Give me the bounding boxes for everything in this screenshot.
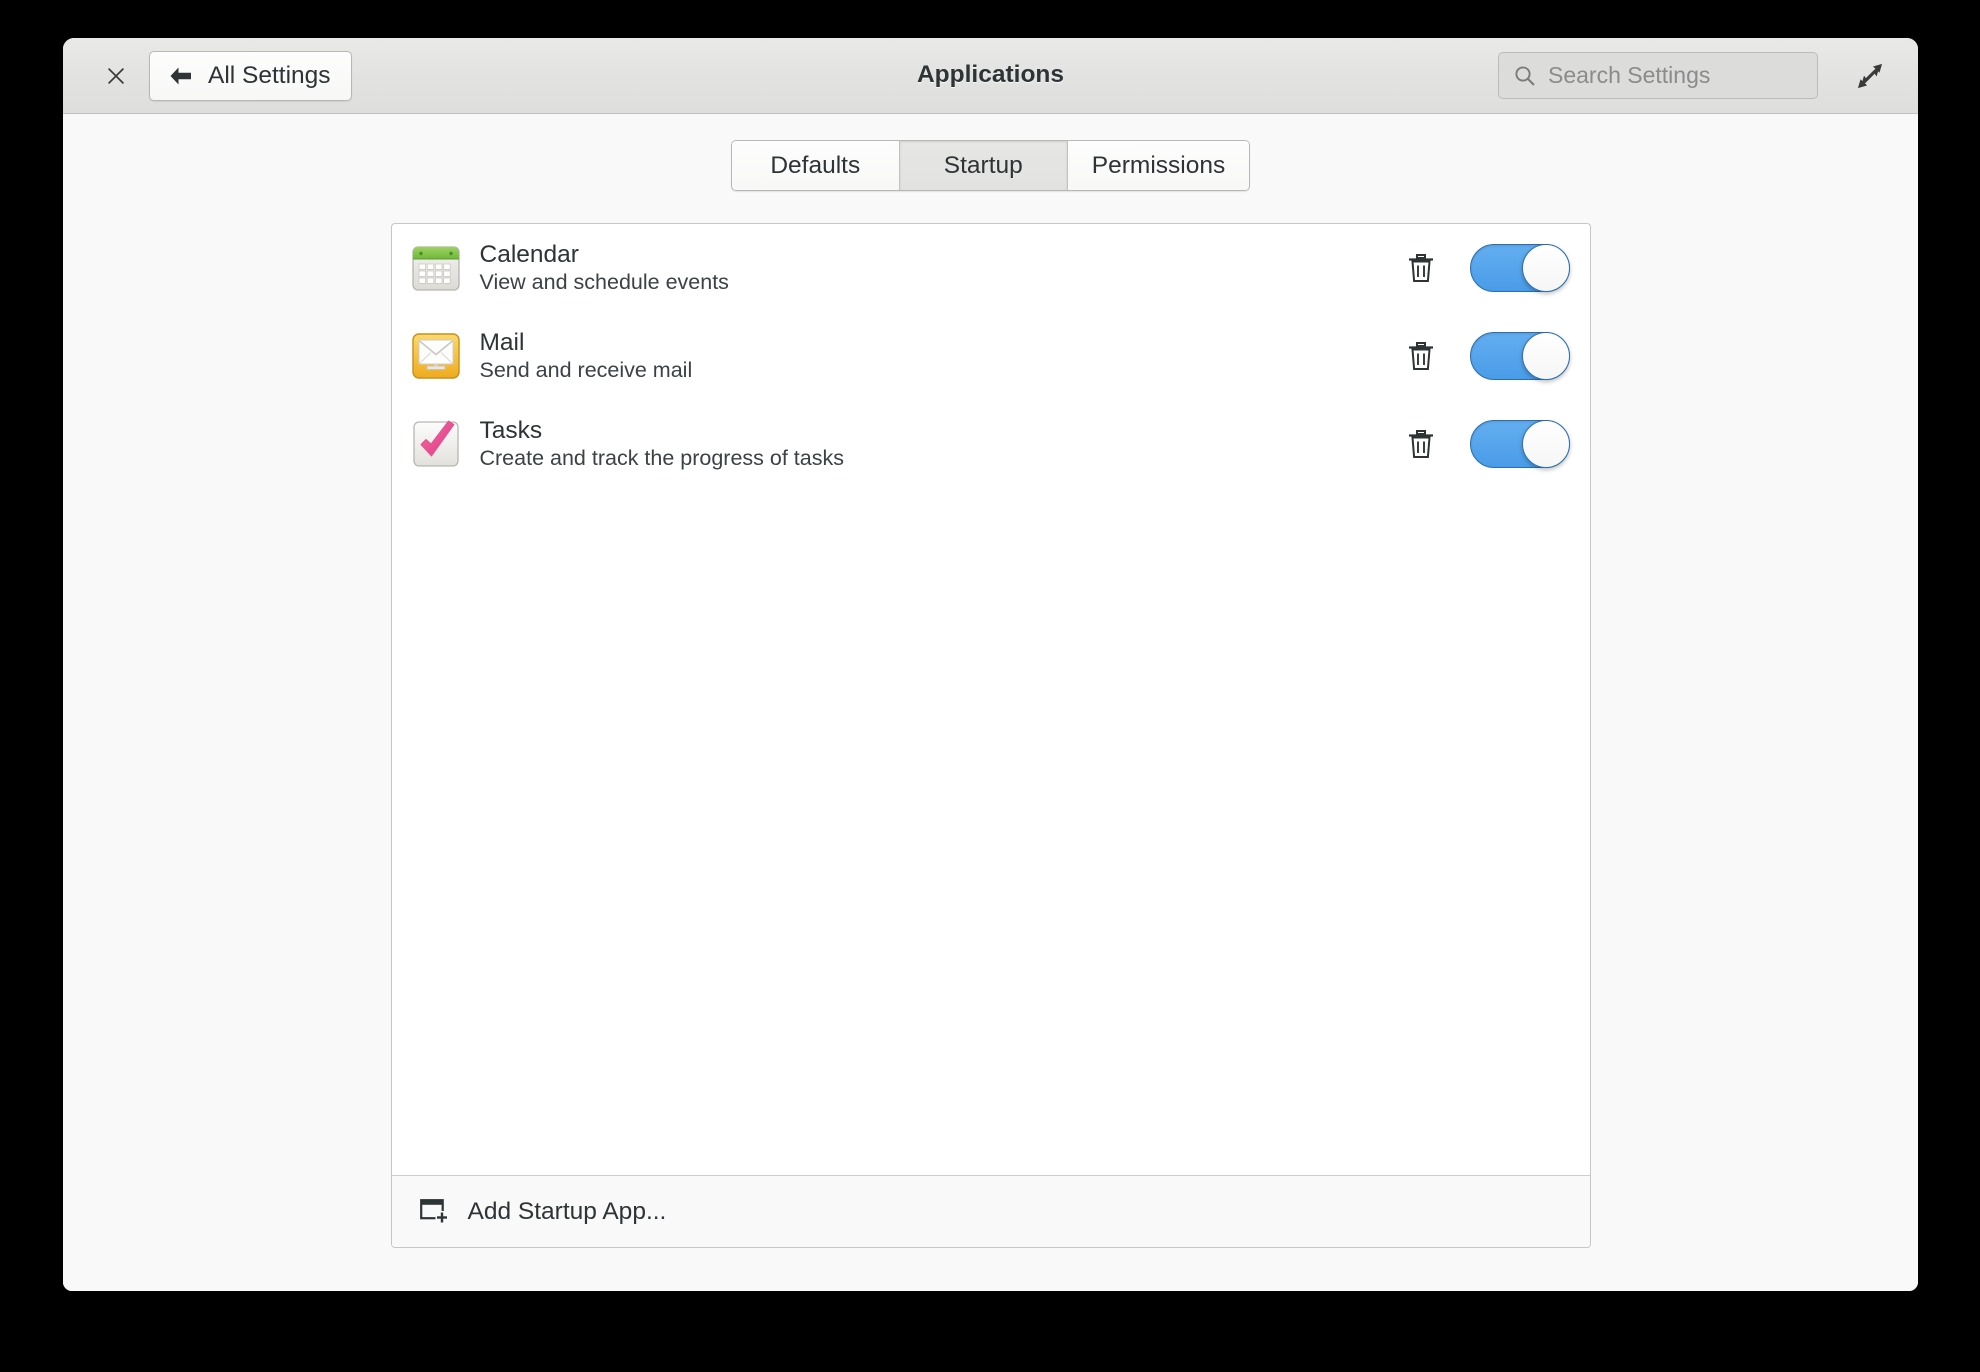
toggle-knob — [1521, 332, 1570, 380]
table-row[interactable]: Mail Send and receive mail — [392, 312, 1590, 400]
maximize-icon[interactable] — [1848, 54, 1892, 98]
tab-startup[interactable]: Startup — [899, 141, 1068, 190]
window-content: Defaults Startup Permissions Calendar Vi… — [63, 114, 1918, 1291]
app-description: Send and receive mail — [479, 358, 693, 383]
mail-glyph — [411, 333, 460, 379]
row-actions — [1402, 332, 1570, 380]
add-startup-app-button[interactable]: Add Startup App... — [391, 1175, 1590, 1247]
tab-defaults[interactable]: Defaults — [731, 141, 900, 190]
row-text-group: Mail Send and receive mail — [479, 328, 1402, 383]
row-actions — [1402, 420, 1570, 468]
startup-toggle[interactable] — [1469, 420, 1570, 468]
row-text-group: Tasks Create and track the progress of t… — [479, 416, 1402, 471]
window-header-bar: All Settings Applications Search Setting… — [63, 38, 1918, 114]
app-name: Tasks — [479, 416, 543, 444]
app-name: Mail — [479, 328, 525, 356]
add-startup-app-label: Add Startup App... — [467, 1197, 667, 1225]
tasks-glyph — [412, 420, 459, 467]
close-glyph — [108, 67, 124, 84]
calendar-app-icon — [410, 242, 462, 294]
calendar-glyph — [411, 246, 460, 291]
trash-icon[interactable] — [1402, 424, 1440, 464]
desktop-background: All Settings Applications Search Setting… — [0, 0, 1980, 1372]
all-settings-button[interactable]: All Settings — [149, 50, 352, 101]
app-description: Create and track the progress of tasks — [479, 446, 844, 471]
trash-glyph — [1408, 254, 1433, 282]
trash-icon[interactable] — [1402, 336, 1440, 376]
tab-startup-label: Startup — [943, 151, 1023, 179]
table-row[interactable]: Tasks Create and track the progress of t… — [392, 400, 1590, 488]
tab-permissions[interactable]: Permissions — [1067, 141, 1250, 190]
app-name: Calendar — [479, 240, 579, 268]
toggle-knob — [1521, 244, 1570, 292]
add-window-icon — [419, 1198, 450, 1226]
search-glyph — [1515, 65, 1535, 85]
startup-toggle[interactable] — [1469, 244, 1570, 292]
trash-glyph — [1408, 342, 1433, 370]
all-settings-label: All Settings — [208, 61, 331, 89]
search-input[interactable]: Search Settings — [1498, 52, 1818, 99]
toggle-knob — [1521, 420, 1570, 468]
arrow-left-icon — [168, 65, 194, 87]
header-right-group: Search Settings — [1498, 52, 1896, 99]
tasks-app-icon — [410, 418, 462, 470]
close-icon[interactable] — [95, 55, 137, 97]
trash-icon[interactable] — [1402, 248, 1440, 288]
arrow-left-glyph — [170, 67, 191, 84]
search-placeholder: Search Settings — [1548, 62, 1711, 88]
startup-apps-card: Calendar View and schedule events Mail S… — [390, 223, 1591, 1248]
table-row[interactable]: Calendar View and schedule events — [392, 224, 1590, 312]
row-text-group: Calendar View and schedule events — [479, 240, 1402, 295]
tab-permissions-label: Permissions — [1091, 151, 1226, 179]
startup-toggle[interactable] — [1469, 332, 1570, 380]
app-description: View and schedule events — [479, 270, 729, 295]
startup-apps-list: Calendar View and schedule events Mail S… — [392, 224, 1590, 1175]
trash-glyph — [1408, 430, 1433, 458]
mail-app-icon — [410, 330, 462, 382]
add-window-glyph — [419, 1198, 448, 1224]
tab-defaults-label: Defaults — [770, 151, 861, 179]
search-icon — [1513, 64, 1537, 88]
tab-bar: Defaults Startup Permissions — [730, 140, 1251, 191]
settings-window: All Settings Applications Search Setting… — [63, 38, 1918, 1291]
row-actions — [1402, 244, 1570, 292]
maximize-glyph — [1858, 63, 1882, 88]
